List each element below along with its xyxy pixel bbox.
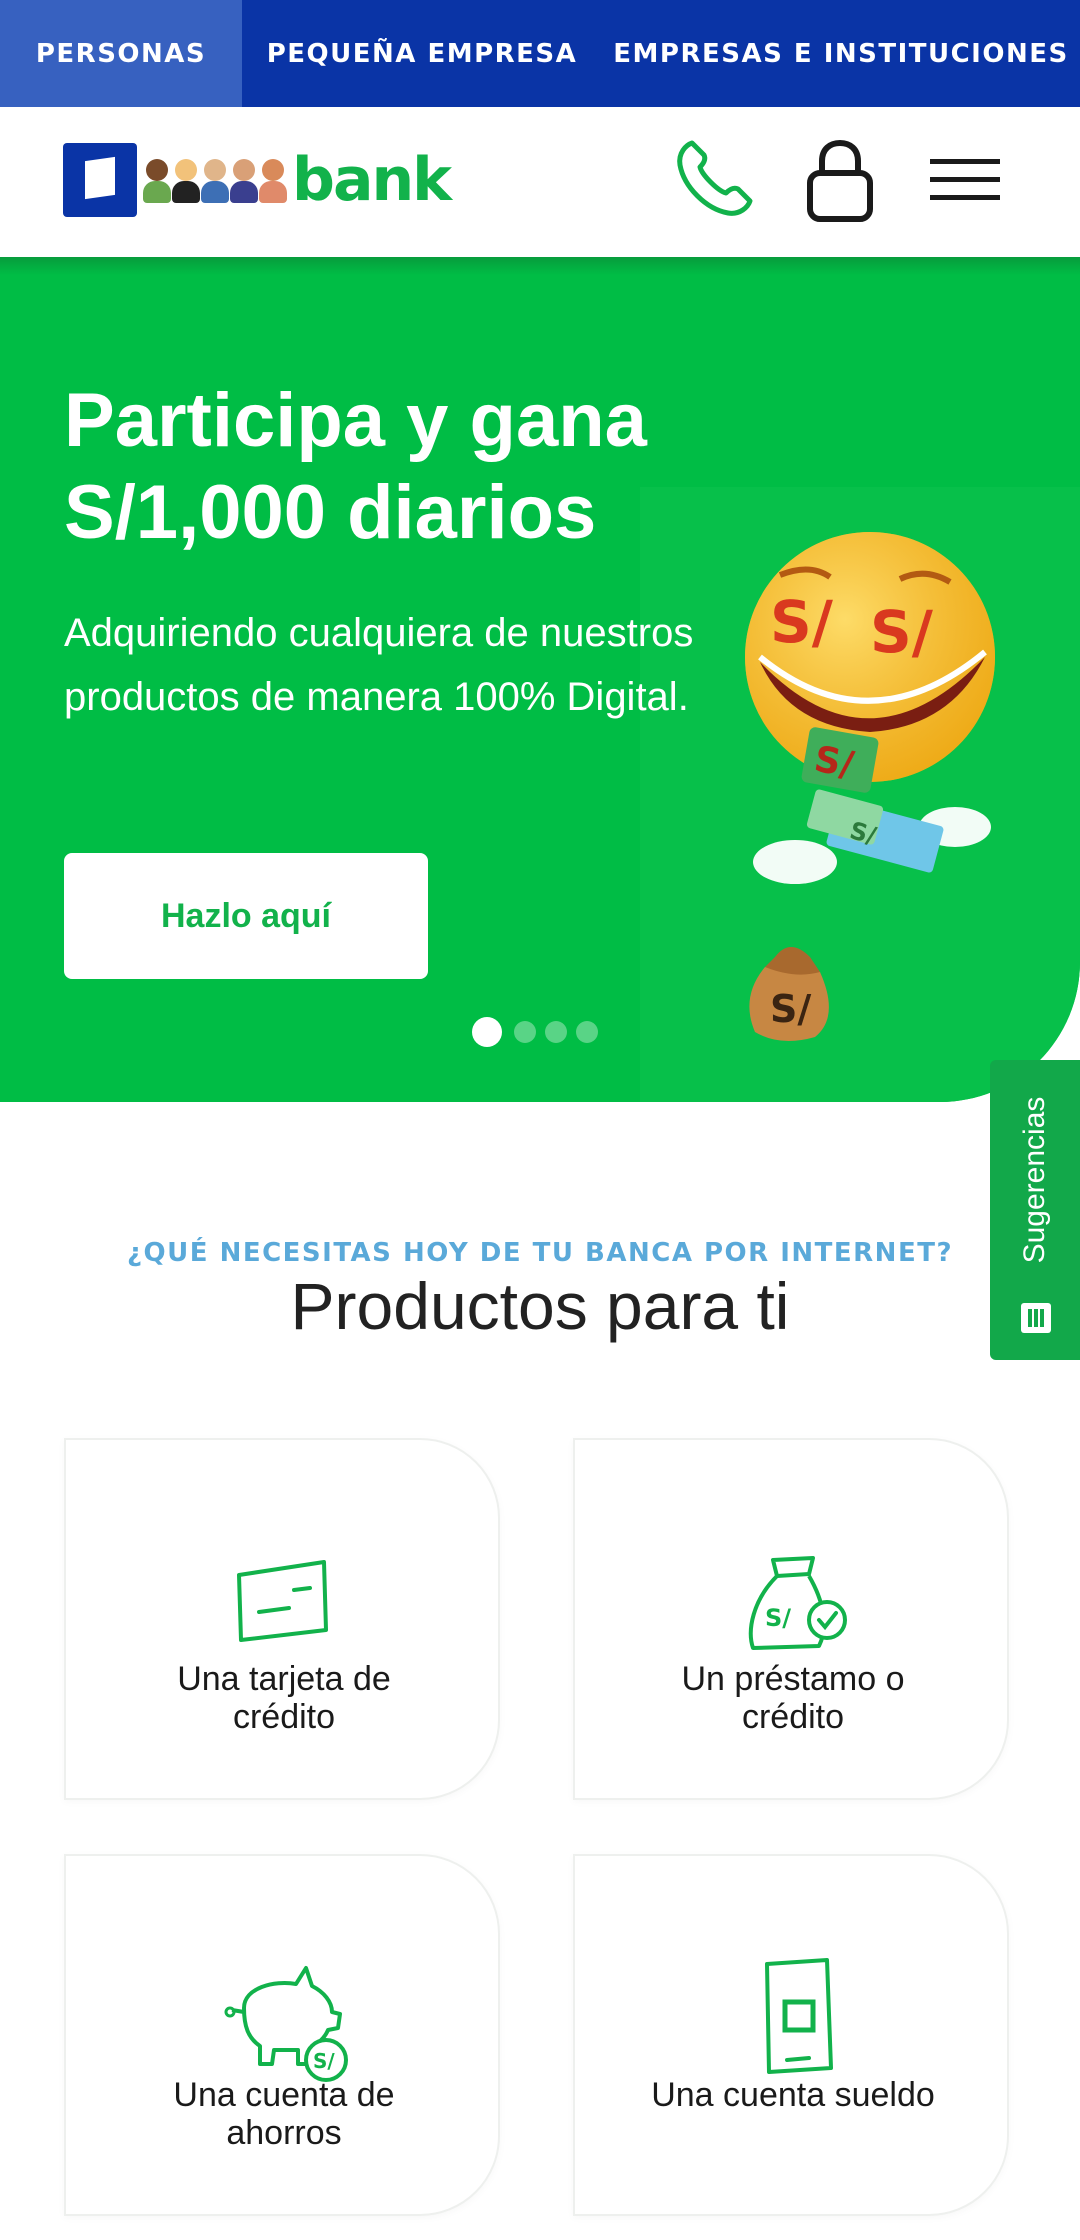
- product-card-credit-card[interactable]: Una tarjeta de crédito: [64, 1438, 500, 1800]
- site-header: bank: [0, 107, 1080, 257]
- label-line-1: Una tarjeta de: [177, 1660, 391, 1698]
- product-card-salary-account[interactable]: Una cuenta sueldo: [573, 1854, 1009, 2216]
- hero-title: Participa y gana S/1,000 diarios: [64, 375, 647, 559]
- promo-banner: Participa y gana S/1,000 diarios Adquiri…: [0, 257, 1080, 1102]
- carousel-dot[interactable]: [514, 1021, 536, 1043]
- section-title: Productos para ti: [290, 1269, 790, 1343]
- brand-logo[interactable]: bank: [63, 143, 452, 217]
- mobile-phone-icon: [765, 1958, 833, 2074]
- people-icons: [143, 155, 288, 205]
- svg-text:S/: S/: [870, 598, 934, 666]
- credit-card-icon: [237, 1560, 328, 1642]
- section-eyebrow: ¿QUÉ NECESITAS HOY DE TU BANCA POR INTER…: [126, 1238, 954, 1268]
- person-icon: [230, 155, 258, 205]
- hero-subtitle: Adquiriendo cualquiera de nuestros produ…: [64, 611, 694, 719]
- svg-text:S/: S/: [770, 987, 811, 1031]
- lock-icon[interactable]: [800, 133, 880, 225]
- product-card-label: Una cuenta de ahorros: [66, 2076, 502, 2152]
- logo-wordmark: bank: [292, 145, 452, 215]
- phone-icon[interactable]: [668, 133, 760, 225]
- label-line-2: ahorros: [226, 2114, 342, 2152]
- person-icon: [143, 155, 171, 205]
- label-line-2: crédito: [232, 1698, 336, 1736]
- segment-tabs: PERSONAS PEQUEÑA EMPRESA EMPRESAS E INST…: [0, 0, 1080, 107]
- carousel-dot[interactable]: [576, 1021, 598, 1043]
- logo-mark-icon: [63, 143, 137, 217]
- product-card-label: Una cuenta sueldo: [575, 2076, 1011, 2114]
- hero-title-line-2: S/1,000 diarios: [64, 470, 597, 555]
- money-bag-icon: S/: [748, 1556, 847, 1650]
- carousel-dots: [472, 1017, 607, 1047]
- svg-text:S/: S/: [765, 1604, 791, 1632]
- label-line-1: Una cuenta sueldo: [651, 2076, 935, 2114]
- product-card-savings[interactable]: S/ Una cuenta de ahorros: [64, 1854, 500, 2216]
- hamburger-menu-icon[interactable]: [928, 133, 1002, 225]
- tab-pequena-empresa[interactable]: PEQUEÑA EMPRESA: [242, 0, 602, 107]
- hero-title-line-1: Participa y gana: [64, 378, 647, 463]
- label-line-1: Un préstamo o: [681, 1660, 905, 1698]
- tab-personas[interactable]: PERSONAS: [0, 0, 242, 107]
- piggy-bank-icon: S/: [224, 1966, 348, 2082]
- person-icon: [172, 155, 200, 205]
- product-card-label: Un préstamo o crédito: [575, 1660, 1011, 1736]
- svg-text:S/: S/: [313, 2049, 335, 2073]
- person-icon: [201, 155, 229, 205]
- person-icon: [259, 155, 287, 205]
- svg-text:S/: S/: [770, 588, 834, 656]
- carousel-dot[interactable]: [545, 1021, 567, 1043]
- carousel-dot-active[interactable]: [472, 1017, 502, 1047]
- label-line-1: Una cuenta de: [173, 2076, 395, 2114]
- hazlo-aqui-button[interactable]: Hazlo aquí: [64, 853, 428, 979]
- product-card-loan[interactable]: S/ Un préstamo o crédito: [573, 1438, 1009, 1800]
- product-card-label: Una tarjeta de crédito: [66, 1660, 502, 1736]
- tab-empresas-instituciones[interactable]: EMPRESAS E INSTITUCIONES: [602, 0, 1080, 107]
- money-emoji-illustration: S/ S/ S/ S/ S/: [745, 532, 995, 1041]
- header-shadow: [0, 257, 1080, 275]
- svg-text:S/: S/: [811, 739, 857, 786]
- label-line-2: crédito: [741, 1698, 845, 1736]
